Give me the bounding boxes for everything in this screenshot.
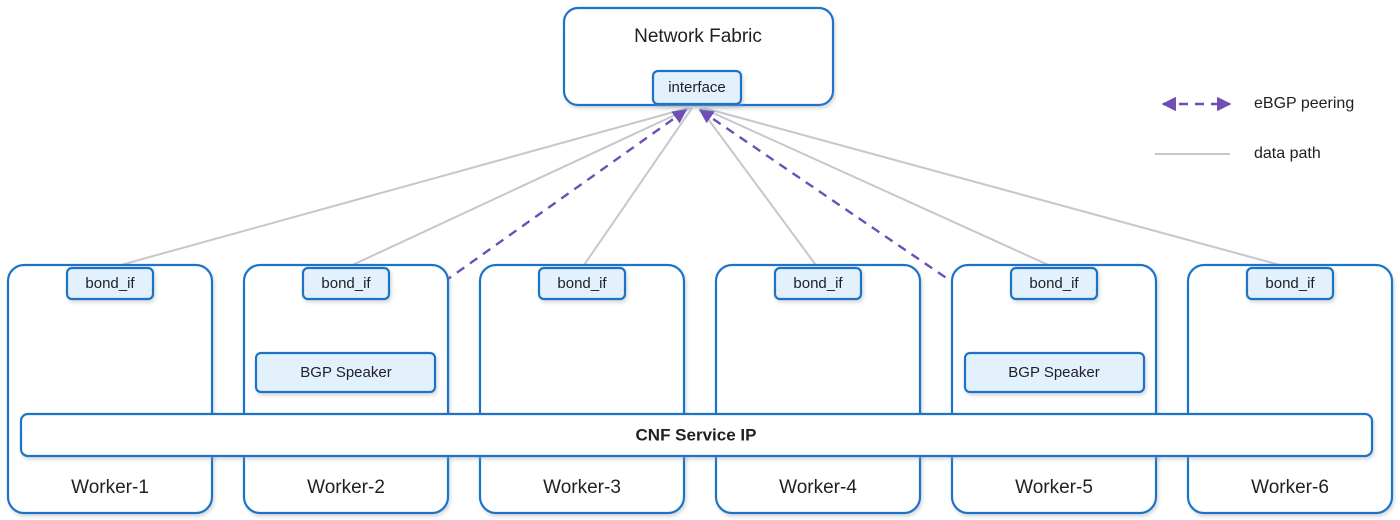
legend-item-data-path: data path xyxy=(1155,145,1321,162)
legend-data-path-label: data path xyxy=(1254,145,1321,162)
worker-box-6 xyxy=(1186,263,1394,515)
data-path-lines xyxy=(109,107,1292,269)
bgp-speaker-label-5: BGP Speaker xyxy=(1008,364,1099,381)
cnf-service-ip-label: CNF Service IP xyxy=(636,425,757,444)
data-path-worker-5 xyxy=(701,107,1056,269)
network-topology-diagram: Network Fabric interface bond_if Worker-… xyxy=(0,0,1400,520)
worker-label-1: Worker-1 xyxy=(71,477,149,498)
ebgp-peering-lines xyxy=(346,109,1054,351)
network-fabric-node[interactable]: Network Fabric interface xyxy=(562,6,835,107)
worker-node-3[interactable]: bond_if Worker-3 xyxy=(478,263,686,515)
worker-label-4: Worker-4 xyxy=(779,477,857,498)
bond-if-label-3: bond_if xyxy=(557,275,607,292)
worker-label-5: Worker-5 xyxy=(1015,477,1093,498)
worker-node-4[interactable]: bond_if Worker-4 xyxy=(714,263,922,515)
data-path-worker-6 xyxy=(703,107,1292,269)
network-fabric-label: Network Fabric xyxy=(634,26,762,47)
legend: eBGP peering data path xyxy=(1155,95,1354,162)
diagram-canvas: Network Fabric interface bond_if Worker-… xyxy=(6,6,1394,515)
bond-if-label-2: bond_if xyxy=(321,275,371,292)
worker-box-3 xyxy=(478,263,686,515)
worker-box-1 xyxy=(6,263,214,515)
bond-if-label-1: bond_if xyxy=(85,275,135,292)
legend-ebgp-label: eBGP peering xyxy=(1254,95,1354,112)
worker-label-6: Worker-6 xyxy=(1251,477,1329,498)
data-path-worker-4 xyxy=(699,107,819,269)
worker-node-6[interactable]: bond_if Worker-6 xyxy=(1186,263,1394,515)
bond-if-label-4: bond_if xyxy=(793,275,843,292)
bgp-speaker-label-2: BGP Speaker xyxy=(300,364,391,381)
bond-if-label-5: bond_if xyxy=(1029,275,1079,292)
worker-node-1[interactable]: bond_if Worker-1 xyxy=(6,263,214,515)
worker-label-2: Worker-2 xyxy=(307,477,385,498)
interface-label: interface xyxy=(668,79,726,96)
worker-label-3: Worker-3 xyxy=(543,477,621,498)
cnf-service-ip-bar[interactable]: CNF Service IP xyxy=(19,412,1374,458)
worker-box-4 xyxy=(714,263,922,515)
worker-node-2[interactable]: bond_if BGP Speaker Worker-2 xyxy=(242,263,450,515)
legend-item-ebgp-peering: eBGP peering xyxy=(1161,95,1354,112)
bond-if-label-6: bond_if xyxy=(1265,275,1315,292)
worker-node-5[interactable]: bond_if BGP Speaker Worker-5 xyxy=(950,263,1158,515)
